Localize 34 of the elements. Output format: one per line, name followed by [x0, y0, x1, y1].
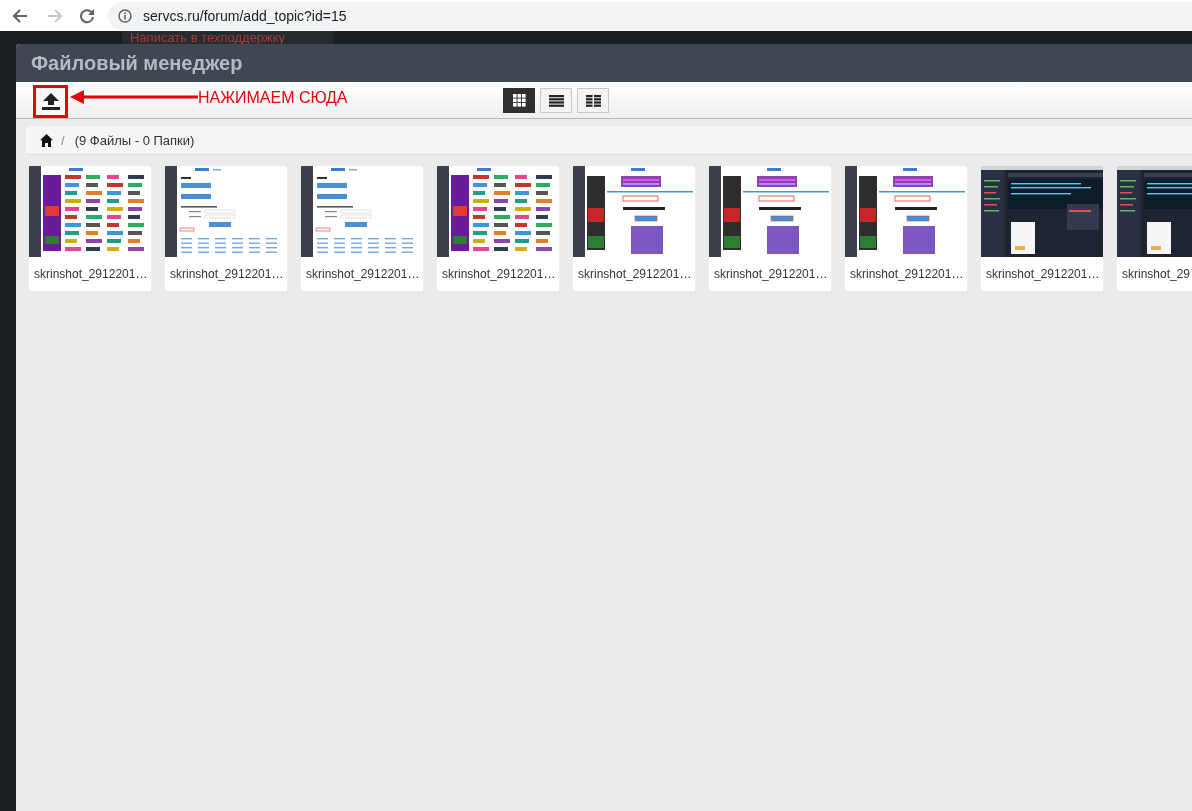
- file-name: skrinshot_2912201…: [169, 266, 285, 283]
- dialog-title: Файловый менеджер: [31, 51, 243, 75]
- file-name: skrinshot_2912201…: [985, 266, 1101, 283]
- address-bar[interactable]: servcs.ru/forum/add_topic?id=15: [108, 1, 1192, 30]
- forward-arrow-icon: [47, 7, 63, 24]
- upload-button[interactable]: [33, 85, 68, 118]
- breadcrumb-separator: /: [61, 132, 65, 148]
- file-card[interactable]: skrinshot_2912201…: [981, 166, 1103, 291]
- columns-list-icon: [585, 94, 601, 107]
- file-card[interactable]: skrinshot_29: [1117, 166, 1192, 291]
- back-arrow-icon: [12, 7, 28, 24]
- reload-icon: [79, 7, 95, 24]
- file-name: skrinshot_2912201…: [33, 266, 149, 283]
- file-card[interactable]: skrinshot_2912201…: [437, 166, 559, 291]
- file-name: skrinshot_2912201…: [441, 266, 557, 283]
- folder-summary: (9 Файлы - 0 Папки): [74, 132, 195, 148]
- file-card[interactable]: skrinshot_2912201…: [301, 166, 423, 291]
- grid-icon: [512, 94, 526, 107]
- file-card[interactable]: skrinshot_2912201…: [165, 166, 287, 291]
- file-name: skrinshot_2912201…: [577, 266, 693, 283]
- file-card[interactable]: skrinshot_2912201…: [573, 166, 695, 291]
- view-mode-button[interactable]: [503, 88, 535, 113]
- file-name: skrinshot_2912201…: [849, 266, 965, 283]
- info-icon: [118, 8, 132, 23]
- file-card[interactable]: skrinshot_2912201…: [709, 166, 831, 291]
- file-name: skrinshot_2912201…: [305, 266, 421, 283]
- file-card[interactable]: skrinshot_2912201…: [29, 166, 151, 291]
- annotation-text: НАЖИМАЕМ СЮДА: [198, 89, 348, 107]
- file-name: skrinshot_29: [1121, 266, 1192, 283]
- file-name: skrinshot_2912201…: [713, 266, 829, 283]
- upload-icon: [41, 93, 60, 110]
- home-icon[interactable]: [40, 133, 53, 147]
- list-icon: [548, 94, 564, 107]
- file-card[interactable]: skrinshot_2912201…: [845, 166, 967, 291]
